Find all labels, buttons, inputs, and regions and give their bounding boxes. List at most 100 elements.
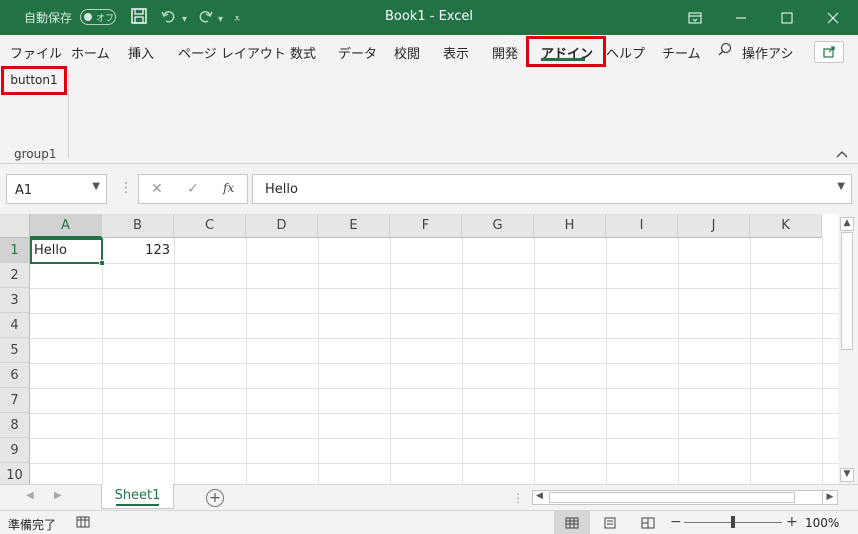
gridline	[30, 313, 838, 314]
scroll-left-icon[interactable]: ◀	[536, 491, 543, 501]
active-cell-cursor	[30, 238, 105, 266]
ribbon-bottom-border	[0, 163, 858, 164]
normal-view-icon[interactable]	[554, 511, 590, 534]
scroll-up-icon[interactable]: ▲	[840, 217, 854, 231]
gridline	[30, 388, 838, 389]
gridline	[822, 238, 823, 484]
formula-input[interactable]: Hello ▼	[252, 174, 852, 204]
name-box[interactable]: A1 ▼	[6, 174, 107, 204]
tab-home[interactable]: ホーム	[71, 43, 110, 62]
row-header-6[interactable]: 6	[0, 363, 30, 388]
scroll-down-icon[interactable]: ▼	[840, 468, 854, 482]
gridline	[390, 238, 391, 484]
row-header-8[interactable]: 8	[0, 413, 30, 438]
chevron-down-icon[interactable]: ▼	[92, 181, 100, 192]
gridline	[102, 238, 103, 484]
row-header-2[interactable]: 2	[0, 263, 30, 288]
tab-split-grip-icon[interactable]: ⋮	[512, 491, 524, 505]
column-header-i[interactable]: I	[606, 214, 678, 238]
select-all-corner[interactable]	[0, 214, 30, 238]
page-break-view-icon[interactable]	[630, 511, 666, 534]
sheet-tab-sheet1[interactable]: Sheet1	[101, 484, 174, 509]
status-bar: 準備完了 − + 100%	[0, 510, 858, 534]
gridline	[174, 238, 175, 484]
search-icon[interactable]	[718, 42, 732, 60]
button1-highlight	[1, 66, 67, 95]
column-header-b[interactable]: B	[102, 214, 174, 238]
status-text: 準備完了	[8, 518, 57, 532]
gridline	[30, 413, 838, 414]
tab-data[interactable]: データ	[338, 43, 377, 62]
column-header-e[interactable]: E	[318, 214, 390, 238]
tab-page-layout[interactable]: ページ レイアウト	[178, 43, 286, 62]
cell-b1[interactable]: 123	[102, 238, 174, 263]
collapse-ribbon-icon[interactable]	[836, 148, 848, 161]
column-header-k[interactable]: K	[750, 214, 822, 238]
close-button[interactable]	[810, 0, 856, 35]
column-header-g[interactable]: G	[462, 214, 534, 238]
gridline	[606, 238, 607, 484]
prev-sheet-icon[interactable]: ◀	[26, 490, 34, 501]
tell-me-input[interactable]: 操作アシ	[742, 43, 796, 62]
tab-view[interactable]: 表示	[443, 43, 469, 62]
tab-review[interactable]: 校閲	[394, 43, 420, 62]
tab-developer[interactable]: 開発	[492, 43, 518, 62]
row-header-1[interactable]: 1	[0, 238, 30, 263]
addins-tab-highlight	[526, 36, 606, 67]
gridline	[462, 238, 463, 484]
zoom-in-icon[interactable]: +	[786, 514, 798, 530]
gridline	[318, 238, 319, 484]
row-header-9[interactable]: 9	[0, 438, 30, 463]
column-header-a[interactable]: A	[30, 214, 102, 238]
enter-icon[interactable]: ✓	[187, 181, 199, 197]
tab-insert[interactable]: 挿入	[128, 43, 154, 62]
minimize-button[interactable]	[718, 0, 764, 35]
add-sheet-icon[interactable]: +	[206, 489, 224, 507]
row-header-4[interactable]: 4	[0, 313, 30, 338]
expand-formula-icon[interactable]: ▼	[837, 181, 845, 192]
gridline	[678, 238, 679, 484]
column-header-d[interactable]: D	[246, 214, 318, 238]
share-button[interactable]	[814, 41, 844, 63]
worksheet-grid[interactable]: A B C D E F G H I J K 1 2 3 4 5 6 7 8 9 …	[0, 214, 838, 484]
scroll-right-icon[interactable]: ▶	[822, 490, 838, 505]
title-bar: 自動保存 オフ ▾ ▾ ⩡ Book1 - Excel	[0, 0, 858, 35]
gridline	[30, 338, 838, 339]
sheet-tab-bar: ◀ ▶ Sheet1 + ⋮ ◀ ▶	[0, 484, 858, 510]
gridline	[30, 363, 838, 364]
tab-file[interactable]: ファイル	[10, 43, 62, 62]
row-header-5[interactable]: 5	[0, 338, 30, 363]
group-separator	[68, 70, 69, 158]
row-header-10[interactable]: 10	[0, 463, 30, 484]
horizontal-scrollbar[interactable]: ◀	[532, 490, 838, 505]
row-header-7[interactable]: 7	[0, 388, 30, 413]
vertical-scrollbar[interactable]: ▲ ▼	[838, 214, 858, 484]
tab-team[interactable]: チーム	[662, 43, 701, 62]
macro-recording-icon[interactable]	[76, 516, 90, 531]
page-layout-view-icon[interactable]	[592, 511, 628, 534]
ribbon-display-options-button[interactable]	[672, 0, 718, 35]
maximize-button[interactable]	[764, 0, 810, 35]
group-label: group1	[14, 147, 57, 161]
gridline	[246, 238, 247, 484]
formula-bar-grip-icon[interactable]: ⋮	[119, 180, 133, 196]
vertical-scroll-thumb[interactable]	[841, 232, 853, 350]
column-header-h[interactable]: H	[534, 214, 606, 238]
fill-handle[interactable]	[99, 260, 105, 266]
column-header-j[interactable]: J	[678, 214, 750, 238]
horizontal-scroll-thumb[interactable]	[549, 492, 795, 503]
gridline	[534, 238, 535, 484]
next-sheet-icon[interactable]: ▶	[54, 490, 62, 501]
column-header-c[interactable]: C	[174, 214, 246, 238]
tab-help[interactable]: ヘルプ	[606, 43, 645, 62]
insert-function-icon[interactable]: fx	[223, 181, 234, 195]
gridline	[30, 463, 838, 464]
column-header-f[interactable]: F	[390, 214, 462, 238]
zoom-level[interactable]: 100%	[805, 516, 839, 530]
zoom-out-icon[interactable]: −	[670, 514, 682, 530]
row-header-3[interactable]: 3	[0, 288, 30, 313]
tab-formulas[interactable]: 数式	[290, 43, 316, 62]
zoom-slider-thumb[interactable]	[731, 516, 735, 528]
cancel-icon[interactable]: ✕	[151, 181, 163, 197]
gridline	[30, 263, 838, 264]
